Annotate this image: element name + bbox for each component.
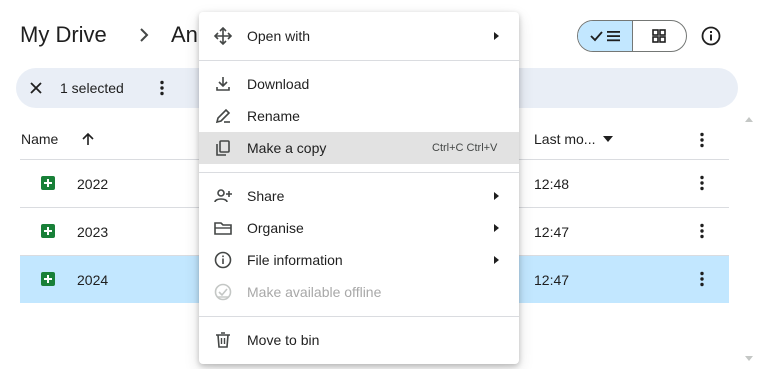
offline-check-icon [214,283,232,301]
sheets-icon [41,224,55,238]
menu-item-make-offline: Make available offline [199,276,519,308]
menu-item-label: Make a copy [247,140,327,156]
submenu-arrow-icon [494,256,499,264]
menu-item-move-to-bin[interactable]: Move to bin [199,324,519,356]
move-arrows-icon [213,26,233,46]
file-modified: 12:48 [534,176,570,192]
keyboard-shortcut: Ctrl+C Ctrl+V [432,142,498,154]
folder-open-icon [214,222,232,235]
sheets-icon [41,272,55,286]
arrow-up-icon[interactable] [80,131,96,147]
more-vert-icon[interactable] [692,173,712,193]
submenu-arrow-icon [494,32,499,40]
menu-item-make-copy[interactable]: Make a copy Ctrl+C Ctrl+V [199,132,519,164]
copy-icon [216,140,230,156]
menu-item-file-information[interactable]: File information [199,244,519,276]
submenu-arrow-icon [494,224,499,232]
list-view-button[interactable] [578,21,633,51]
menu-item-label: File information [247,252,343,268]
menu-item-share[interactable]: Share [199,180,519,212]
menu-item-label: Rename [247,108,300,124]
menu-item-rename[interactable]: Rename [199,100,519,132]
selection-count: 1 selected [60,80,124,96]
breadcrumb-my-drive[interactable]: My Drive [20,22,107,48]
grid-view-button[interactable] [633,21,687,51]
more-vert-icon[interactable] [152,78,172,98]
sheets-icon [41,176,55,190]
download-icon [216,77,230,91]
menu-item-label: Share [247,188,285,204]
context-menu: Open with Download Rename Make a copy Ct… [199,12,519,364]
menu-divider [199,316,519,317]
more-vert-icon[interactable] [692,130,712,150]
pencil-icon [215,108,231,124]
info-icon[interactable] [699,24,723,48]
menu-item-label: Make available offline [247,284,382,300]
menu-item-label: Move to bin [247,332,320,348]
column-header-last-modified[interactable]: Last mo... [534,131,595,147]
file-name: 2022 [77,176,109,192]
menu-item-label: Download [247,76,310,92]
info-icon [214,251,232,269]
file-name: 2024 [77,272,109,288]
person-add-icon [214,189,232,203]
more-vert-icon[interactable] [692,221,712,241]
scroll-up-arrow[interactable] [745,117,753,122]
file-modified: 12:47 [534,272,570,288]
menu-item-download[interactable]: Download [199,68,519,100]
menu-item-label: Open with [247,28,311,44]
scroll-down-arrow[interactable] [745,356,753,361]
menu-item-open-with[interactable]: Open with [199,20,519,52]
caret-down-icon[interactable] [603,135,613,143]
menu-item-organise[interactable]: Organise [199,212,519,244]
menu-divider [199,172,519,173]
menu-divider [199,60,519,61]
menu-item-label: Organise [247,220,304,236]
view-toggle [577,20,687,52]
grid-icon [652,29,667,43]
check-list-icon [590,31,620,42]
file-name: 2023 [77,224,109,240]
file-modified: 12:47 [534,224,570,240]
more-vert-icon[interactable] [692,269,712,289]
trash-icon [216,332,230,348]
breadcrumb-current-folder[interactable]: An [171,22,198,48]
close-icon[interactable] [28,80,44,96]
submenu-arrow-icon [494,192,499,200]
chevron-right-icon [140,28,149,42]
column-header-name[interactable]: Name [21,131,58,147]
